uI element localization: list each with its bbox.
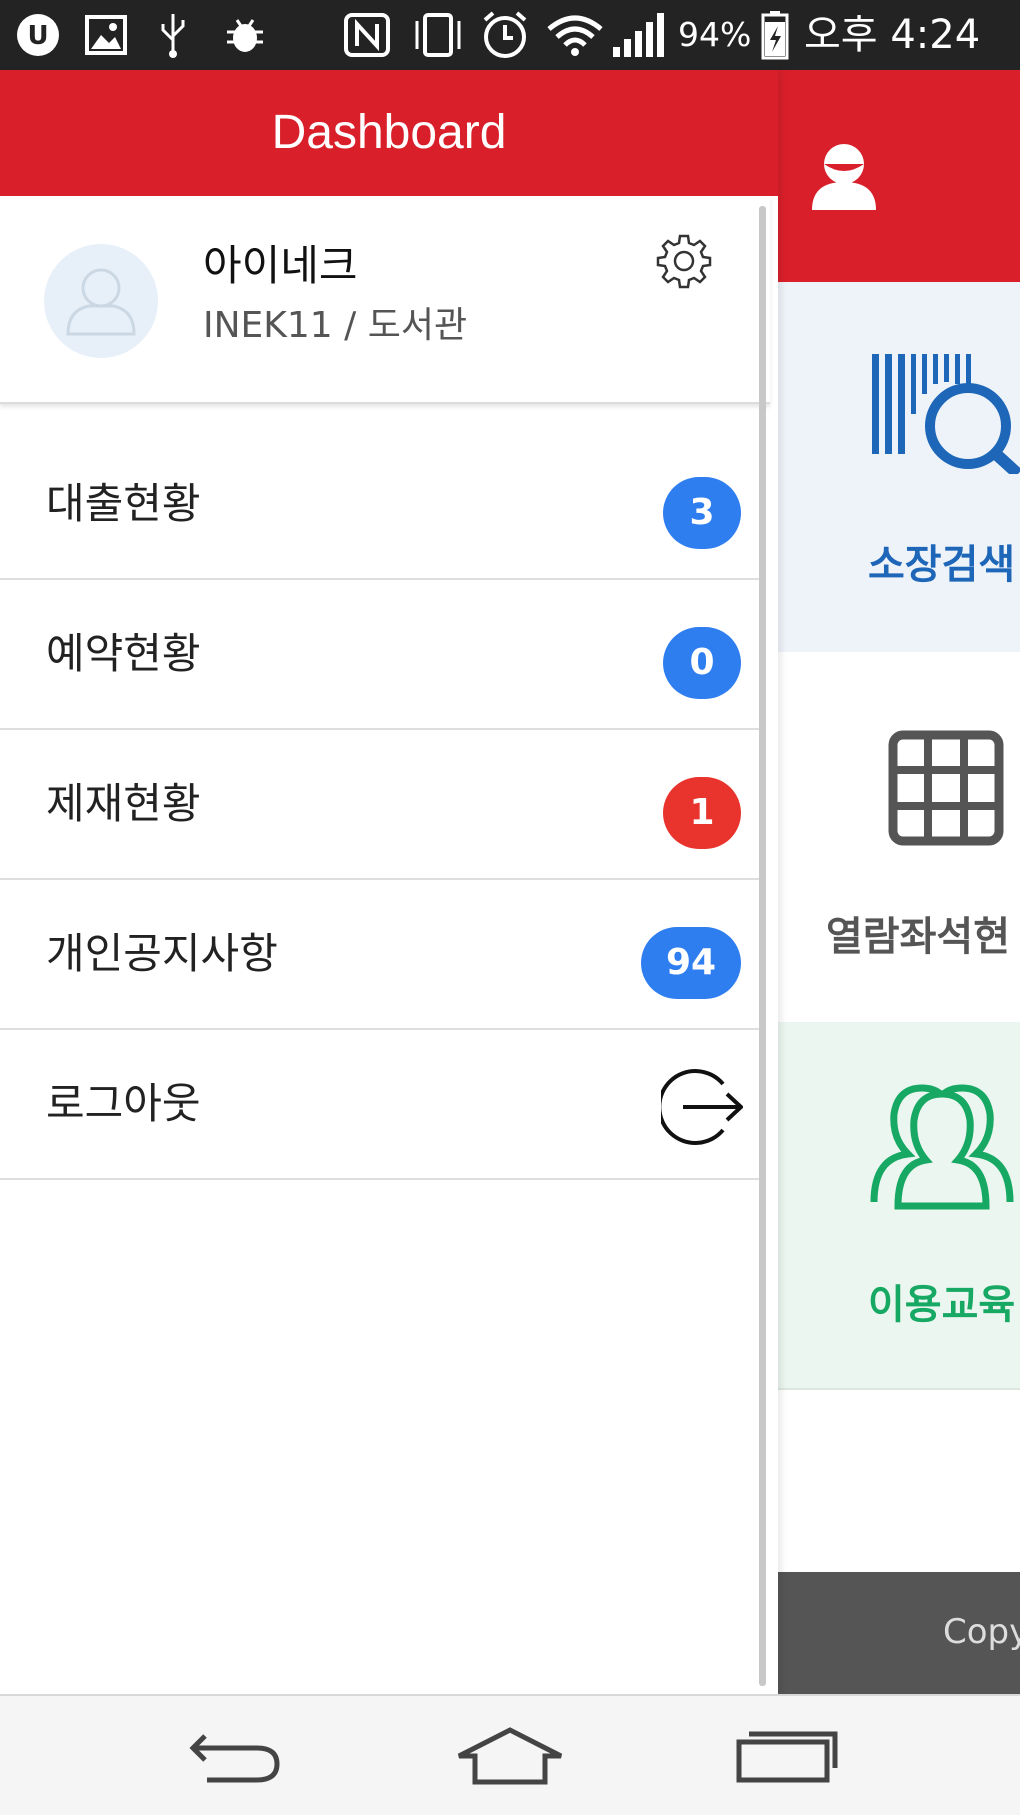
system-nav-bar (0, 1694, 1020, 1815)
background-app-footer: Copy (778, 1572, 1020, 1694)
user-placeholder-icon (66, 268, 136, 336)
home-icon[interactable] (445, 1696, 575, 1815)
signal-icon (610, 10, 670, 60)
background-app-header (778, 70, 1020, 282)
navigation-drawer: Dashboard 아이네크 INEK11 / 도서관 대출현황 3 예약현황 … (0, 70, 778, 1694)
alarm-icon (478, 10, 532, 60)
menu-item-reservation-status[interactable]: 예약현황 0 (0, 580, 764, 730)
usb-icon (158, 10, 188, 60)
status-time: 오후 4:24 (804, 12, 981, 58)
drawer-title: Dashboard (271, 106, 507, 159)
background-app: 소장검색 열람좌석현 이용교육 Copy (778, 70, 1020, 1694)
menu-item-loan-status[interactable]: 대출현황 3 (0, 430, 764, 580)
drawer-header: Dashboard (0, 70, 778, 196)
tile-label: 소장검색 (868, 542, 1016, 588)
sanction-count-badge: 1 (663, 777, 741, 849)
gear-icon[interactable] (655, 232, 713, 290)
barcode-search-icon (872, 354, 1020, 479)
menu-item-logout[interactable]: 로그아웃 (0, 1030, 764, 1180)
menu-item-label: 대출현황 (46, 479, 201, 528)
tile-label: 열람좌석현 (826, 914, 1010, 960)
menu-item-label: 예약현황 (46, 629, 201, 678)
nfc-icon (342, 10, 392, 60)
grid-icon (888, 730, 1004, 846)
tile-collection-search[interactable]: 소장검색 (778, 282, 1020, 654)
menu-item-label: 로그아웃 (46, 1079, 201, 1128)
notice-count-badge: 94 (641, 927, 741, 999)
uplus-icon: U (14, 10, 62, 60)
tile-label: 이용교육 (868, 1282, 1016, 1328)
status-bar: U 94% 오후 4:24 (0, 0, 1020, 70)
android-debug-icon (222, 10, 268, 60)
loan-count-badge: 3 (663, 477, 741, 549)
recent-apps-icon[interactable] (722, 1696, 852, 1815)
profile-card: 아이네크 INEK11 / 도서관 (0, 196, 770, 404)
profile-subtitle: INEK11 / 도서관 (203, 305, 468, 346)
menu-item-sanction-status[interactable]: 제재현황 1 (0, 730, 764, 880)
svg-text:U: U (27, 21, 48, 51)
user-icon[interactable] (808, 138, 880, 210)
logout-icon (657, 1066, 744, 1148)
profile-name: 아이네크 (203, 241, 358, 290)
back-icon[interactable] (170, 1696, 300, 1815)
avatar (44, 244, 158, 358)
reservation-count-badge: 0 (663, 627, 741, 699)
tile-user-education[interactable]: 이용교육 (778, 1022, 1020, 1390)
wifi-icon (544, 10, 606, 60)
battery-percent: 94% (678, 15, 752, 54)
battery-charging-icon (760, 10, 790, 60)
tile-seat-status[interactable]: 열람좌석현 (778, 652, 1020, 1024)
menu-item-label: 개인공지사항 (46, 929, 278, 978)
drawer-scrollbar[interactable] (759, 206, 766, 1686)
group-icon (864, 1074, 1020, 1210)
menu-item-personal-notices[interactable]: 개인공지사항 94 (0, 880, 764, 1030)
image-icon (84, 10, 128, 60)
footer-copyright: Copy (943, 1612, 1020, 1652)
menu-item-label: 제재현황 (46, 779, 201, 828)
vibrate-icon (410, 10, 466, 60)
